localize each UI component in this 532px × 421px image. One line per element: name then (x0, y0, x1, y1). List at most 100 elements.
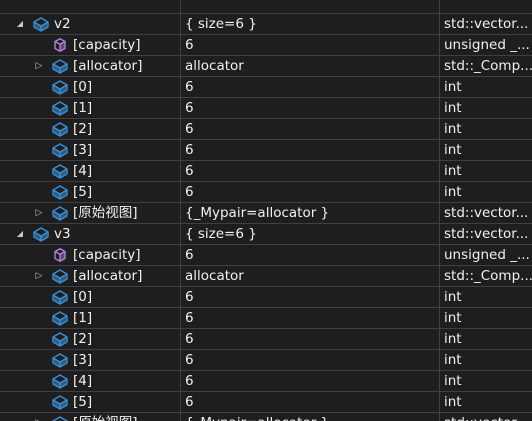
name-cell[interactable]: ◢ v2 (0, 14, 180, 34)
name-cell[interactable]: [5] (0, 182, 180, 202)
watch-row-child[interactable]: [1] 6 int (0, 308, 532, 329)
variable-name: [2] (73, 121, 93, 137)
watch-row-child[interactable]: [4] 6 int (0, 161, 532, 182)
name-cell[interactable]: ▷ [allocator] (0, 56, 180, 76)
name-cell[interactable]: ▷ [原始视图] (0, 413, 180, 421)
value-cell[interactable]: 6 (181, 245, 439, 265)
value-cell[interactable]: 6 (181, 77, 439, 97)
name-cell[interactable]: ◢ v3 (0, 224, 180, 244)
field-icon (51, 79, 69, 95)
name-cell[interactable]: [1] (0, 98, 180, 118)
type-cell: int (444, 373, 462, 389)
variable-name: [5] (73, 184, 93, 200)
value-cell[interactable]: 6 (181, 161, 439, 181)
name-cell[interactable]: [0] (0, 287, 180, 307)
watch-row-child[interactable]: [capacity] 6 unsigned _... (0, 245, 532, 266)
expand-arrow-icon[interactable]: ▷ (33, 56, 45, 76)
value-cell[interactable]: {_Mypair=allocator } (181, 413, 439, 421)
value-cell[interactable]: {_Mypair=allocator } (181, 203, 439, 223)
field-icon (51, 205, 69, 221)
name-cell[interactable]: [4] (0, 161, 180, 181)
watch-row-child[interactable]: ▷ [allocator] allocator std::_Comp... (0, 56, 532, 77)
watch-row-partial[interactable] (0, 0, 532, 14)
type-cell: int (444, 394, 462, 410)
watch-row-child[interactable]: [3] 6 int (0, 350, 532, 371)
watch-row-child[interactable]: [0] 6 int (0, 77, 532, 98)
value-cell[interactable]: 6 (181, 350, 439, 370)
value-cell[interactable]: 6 (181, 119, 439, 139)
type-cell: unsigned _... (444, 37, 530, 53)
value-cell[interactable]: 6 (181, 35, 439, 55)
name-cell[interactable]: [capacity] (0, 245, 180, 265)
watch-row-child[interactable]: [2] 6 int (0, 119, 532, 140)
watch-row-child[interactable]: [2] 6 int (0, 329, 532, 350)
value-cell[interactable]: allocator (181, 56, 439, 76)
variable-name: [capacity] (73, 247, 141, 263)
type-cell: int (444, 352, 462, 368)
watch-row-child[interactable]: ▷[原始视图]{_Mypair=allocator } std::vector..… (0, 203, 532, 224)
name-cell[interactable]: [capacity] (0, 35, 180, 55)
variable-name: [5] (73, 394, 93, 410)
type-cell: unsigned _... (444, 247, 530, 263)
value-cell[interactable]: 6 (181, 98, 439, 118)
watch-row-root[interactable]: ◢ v3 { size=6 } std::vector... (0, 224, 532, 245)
value-cell[interactable]: { size=6 } (181, 14, 439, 34)
field-icon (51, 352, 69, 368)
value-cell[interactable]: 6 (181, 182, 439, 202)
expand-arrow-icon[interactable]: ▷ (33, 413, 45, 421)
field-icon (32, 16, 50, 32)
variable-name: [2] (73, 331, 93, 347)
variable-name: [原始视图] (73, 413, 138, 421)
name-cell[interactable] (0, 0, 180, 13)
value-cell[interactable]: 6 (181, 308, 439, 328)
name-cell[interactable]: [2] (0, 119, 180, 139)
value-cell[interactable]: 6 (181, 371, 439, 391)
value-cell[interactable]: { size=6 } (181, 224, 439, 244)
value-cell[interactable]: 6 (181, 329, 439, 349)
name-cell[interactable]: [4] (0, 371, 180, 391)
expand-arrow-icon[interactable]: ▷ (33, 203, 45, 223)
watch-row-child[interactable]: [0] 6 int (0, 287, 532, 308)
name-cell[interactable]: [5] (0, 392, 180, 412)
watch-row-child[interactable]: [5] 6 int (0, 392, 532, 413)
name-cell[interactable]: [3] (0, 350, 180, 370)
name-cell[interactable]: [0] (0, 77, 180, 97)
type-cell (440, 0, 532, 13)
type-cell: int (444, 142, 462, 158)
type-cell: int (444, 289, 462, 305)
watch-row-child[interactable]: [3] 6 int (0, 140, 532, 161)
name-cell[interactable]: [1] (0, 308, 180, 328)
variable-name: v3 (54, 226, 71, 242)
value-cell[interactable]: 6 (181, 392, 439, 412)
watch-row-child[interactable]: [4] 6 int (0, 371, 532, 392)
variable-name: [4] (73, 373, 93, 389)
field-icon (51, 58, 69, 74)
expand-arrow-icon[interactable]: ▷ (33, 266, 45, 286)
variable-name: v2 (54, 16, 71, 32)
watch-row-root[interactable]: ◢ v2 { size=6 } std::vector... (0, 14, 532, 35)
value-cell[interactable]: 6 (181, 287, 439, 307)
field-icon (51, 331, 69, 347)
variable-name: [0] (73, 289, 93, 305)
variable-name: [4] (73, 163, 93, 179)
collapse-arrow-icon[interactable]: ◢ (14, 14, 26, 34)
variable-name: [1] (73, 100, 93, 116)
type-cell: int (444, 310, 462, 326)
name-cell[interactable]: ▷ [allocator] (0, 266, 180, 286)
watch-row-child[interactable]: [capacity] 6 unsigned _... (0, 35, 532, 56)
watch-row-child[interactable]: [1] 6 int (0, 98, 532, 119)
value-cell[interactable]: 6 (181, 140, 439, 160)
variable-name: [allocator] (73, 58, 143, 74)
type-cell: std::vector... (444, 205, 529, 221)
field-icon (51, 373, 69, 389)
value-cell[interactable]: allocator (181, 266, 439, 286)
watch-row-child[interactable]: [5] 6 int (0, 182, 532, 203)
value-cell[interactable] (181, 0, 439, 13)
collapse-arrow-icon[interactable]: ◢ (14, 224, 26, 244)
name-cell[interactable]: [2] (0, 329, 180, 349)
watch-row-child[interactable]: ▷[原始视图]{_Mypair=allocator }std::vector..… (0, 413, 532, 421)
name-cell[interactable]: ▷ [原始视图] (0, 203, 180, 223)
watch-row-child[interactable]: ▷ [allocator] allocator std::_Comp... (0, 266, 532, 287)
name-cell[interactable]: [3] (0, 140, 180, 160)
field-icon (32, 226, 50, 242)
